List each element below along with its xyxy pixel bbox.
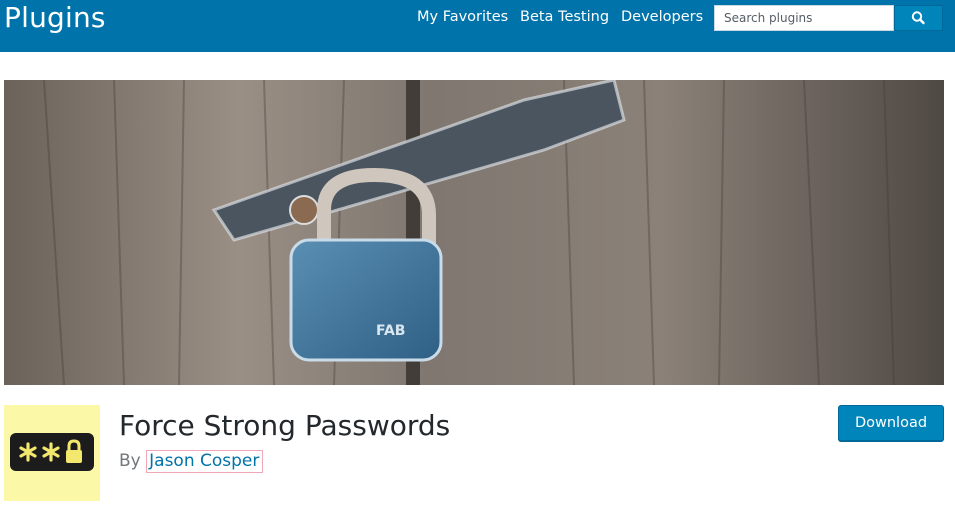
search-icon xyxy=(911,11,925,25)
nav-developers[interactable]: Developers xyxy=(621,9,703,27)
site-title[interactable]: Plugins xyxy=(4,1,106,34)
plugin-byline: By Jason Cosper xyxy=(119,450,264,473)
plugin-banner: FAB xyxy=(4,80,944,385)
svg-text:FAB: FAB xyxy=(376,323,405,339)
byline-prefix: By xyxy=(119,451,141,471)
password-asterisks-lock-icon xyxy=(10,433,94,471)
frosted-padlock-banner-image: FAB xyxy=(4,80,944,385)
plugin-title: Force Strong Passwords xyxy=(119,409,451,442)
download-button[interactable]: Download xyxy=(838,405,944,441)
site-header: Plugins My Favorites Beta Testing Develo… xyxy=(0,0,955,52)
nav-beta-testing[interactable]: Beta Testing xyxy=(520,9,609,27)
nav-my-favorites[interactable]: My Favorites xyxy=(417,9,508,27)
author-link[interactable]: Jason Cosper xyxy=(146,450,264,473)
search-input[interactable] xyxy=(714,5,894,31)
search-button[interactable] xyxy=(894,5,943,31)
